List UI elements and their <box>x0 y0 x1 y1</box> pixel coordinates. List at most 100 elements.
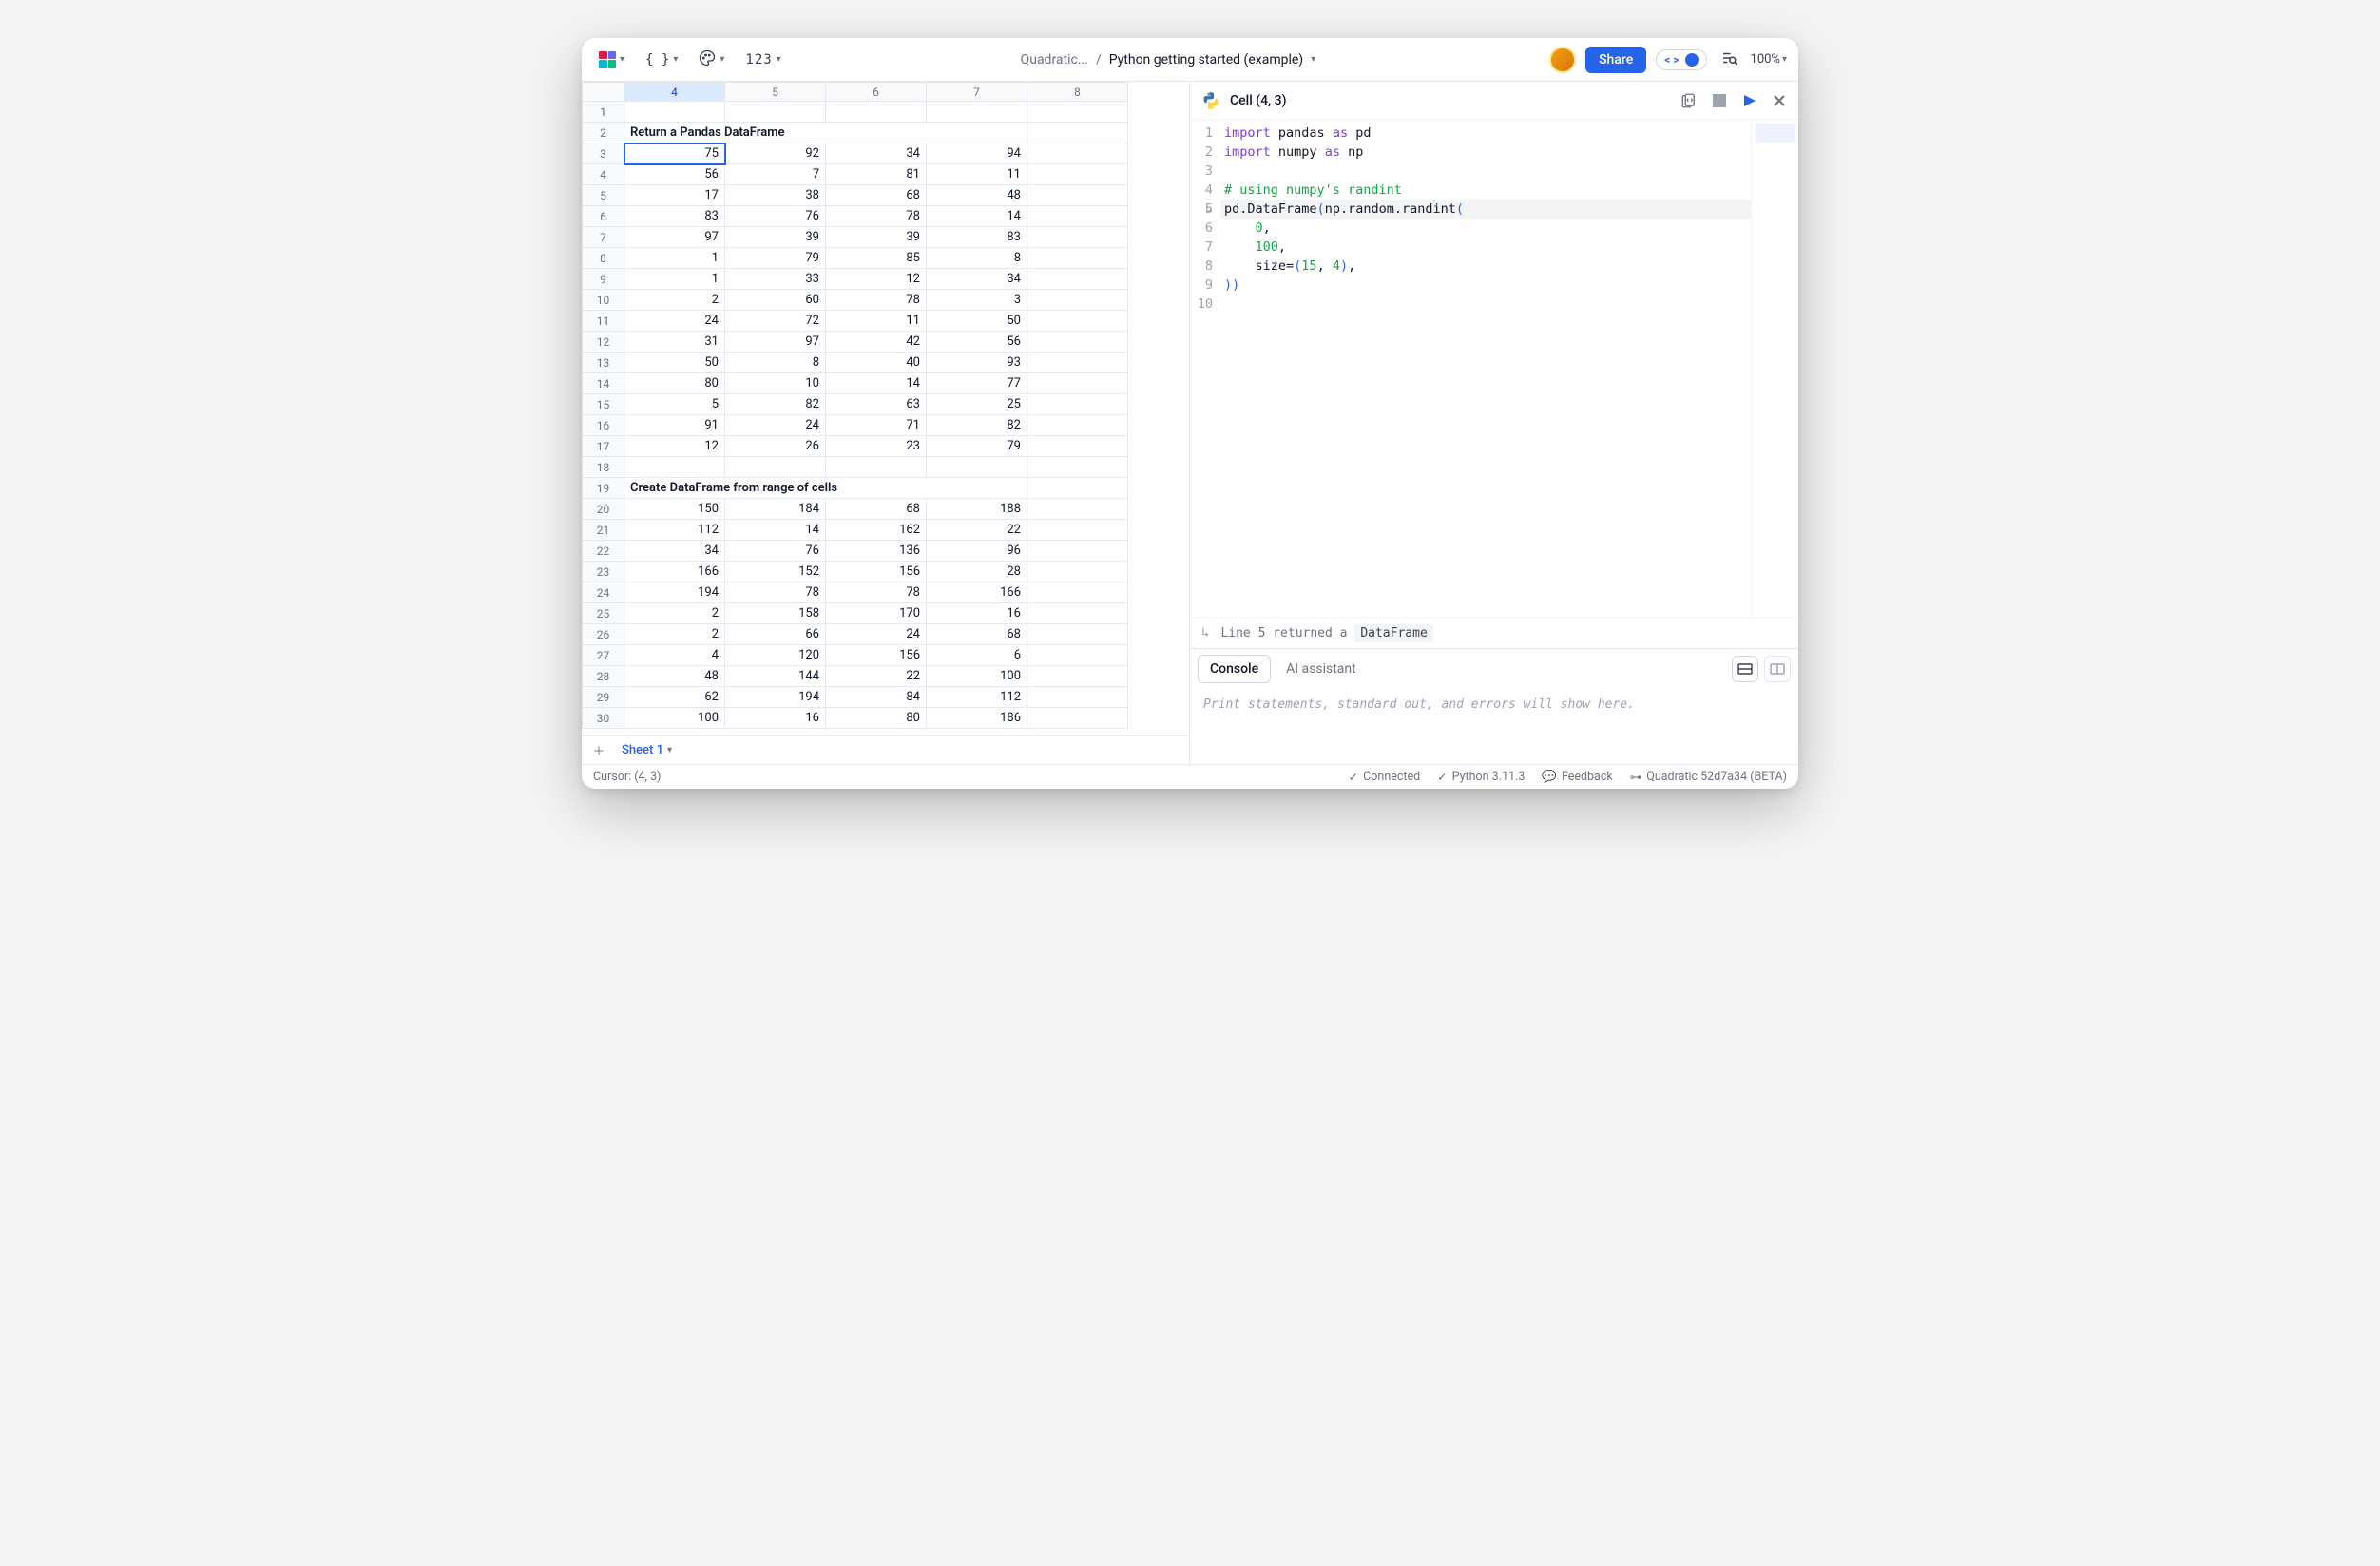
cell[interactable]: 79 <box>725 248 826 269</box>
cell[interactable]: 112 <box>927 687 1027 708</box>
cell[interactable]: 40 <box>826 353 927 373</box>
cell[interactable]: 156 <box>826 645 927 666</box>
row-header[interactable]: 5 <box>583 185 624 206</box>
cell[interactable]: 72 <box>725 311 826 332</box>
cell[interactable] <box>1027 582 1128 603</box>
snippets-button[interactable] <box>1680 92 1698 109</box>
cell[interactable]: 96 <box>927 541 1027 562</box>
row-header[interactable]: 2 <box>583 123 624 143</box>
cell[interactable]: 16 <box>927 603 1027 624</box>
status-feedback[interactable]: 💬Feedback <box>1542 770 1612 784</box>
tab-console[interactable]: Console <box>1198 655 1271 683</box>
cell[interactable]: 186 <box>927 708 1027 729</box>
cell[interactable]: 10 <box>725 373 826 394</box>
row-header[interactable]: 23 <box>583 562 624 582</box>
cell[interactable] <box>1027 687 1128 708</box>
cell[interactable] <box>1027 645 1128 666</box>
zoom-button[interactable]: 100% ▾ <box>1751 52 1787 67</box>
cell[interactable]: 83 <box>624 206 725 227</box>
row-header[interactable]: 11 <box>583 311 624 332</box>
row-header[interactable]: 25 <box>583 603 624 624</box>
cell[interactable]: 34 <box>927 269 1027 290</box>
cell[interactable]: 14 <box>927 206 1027 227</box>
cell[interactable]: 1 <box>624 248 725 269</box>
cell[interactable] <box>1027 562 1128 582</box>
cell[interactable]: 1 <box>624 269 725 290</box>
row-header[interactable]: 16 <box>583 415 624 436</box>
cell[interactable]: 144 <box>725 666 826 687</box>
cell[interactable]: 24 <box>725 415 826 436</box>
cell[interactable]: 162 <box>826 520 927 541</box>
row-header[interactable]: 12 <box>583 332 624 353</box>
cell[interactable] <box>1027 102 1128 123</box>
spreadsheet-grid[interactable]: 4567812Return a Pandas DataFrame37592349… <box>582 82 1189 735</box>
cell[interactable] <box>624 102 725 123</box>
cell[interactable]: 166 <box>624 562 725 582</box>
cell[interactable] <box>826 457 927 478</box>
cell[interactable]: 42 <box>826 332 927 353</box>
cell[interactable]: 166 <box>927 582 1027 603</box>
cell[interactable]: 80 <box>826 708 927 729</box>
cell[interactable]: 91 <box>624 415 725 436</box>
cell[interactable] <box>1027 269 1128 290</box>
cell[interactable]: 60 <box>725 290 826 311</box>
tab-ai-assistant[interactable]: AI assistant <box>1275 656 1368 682</box>
cell[interactable]: 194 <box>624 582 725 603</box>
row-header[interactable]: 26 <box>583 624 624 645</box>
cell[interactable] <box>725 102 826 123</box>
cell[interactable]: 100 <box>927 666 1027 687</box>
column-header[interactable]: 4 <box>624 83 725 102</box>
cell[interactable] <box>927 102 1027 123</box>
cell[interactable] <box>1027 164 1128 185</box>
cell[interactable]: 34 <box>826 143 927 164</box>
cell[interactable]: 184 <box>725 499 826 520</box>
cell[interactable]: 34 <box>624 541 725 562</box>
color-button[interactable]: ▾ <box>693 46 730 74</box>
cell[interactable]: 158 <box>725 603 826 624</box>
cell[interactable]: 156 <box>826 562 927 582</box>
cell[interactable] <box>1027 311 1128 332</box>
column-header[interactable]: 6 <box>826 83 927 102</box>
editor-body[interactable]: import pandas as pdimport numpy as np# u… <box>1220 120 1751 617</box>
cell[interactable]: 78 <box>826 290 927 311</box>
cell[interactable]: 81 <box>826 164 927 185</box>
cell[interactable]: 120 <box>725 645 826 666</box>
cell[interactable] <box>624 457 725 478</box>
cell[interactable] <box>1027 457 1128 478</box>
row-header[interactable]: 4 <box>583 164 624 185</box>
app-menu-button[interactable]: ▾ <box>593 48 630 72</box>
cell[interactable]: 79 <box>927 436 1027 457</box>
cell[interactable] <box>1027 185 1128 206</box>
row-header[interactable]: 1 <box>583 102 624 123</box>
cell[interactable]: 7 <box>725 164 826 185</box>
cell[interactable]: 136 <box>826 541 927 562</box>
breadcrumb-file[interactable]: Python getting started (example) <box>1109 52 1303 67</box>
goto-button[interactable] <box>1717 46 1741 74</box>
row-header[interactable]: 29 <box>583 687 624 708</box>
cell[interactable]: 71 <box>826 415 927 436</box>
cell[interactable]: 31 <box>624 332 725 353</box>
cell[interactable]: 12 <box>624 436 725 457</box>
cell[interactable] <box>1027 624 1128 645</box>
cell[interactable]: 25 <box>927 394 1027 415</box>
cell[interactable]: 97 <box>624 227 725 248</box>
cell[interactable]: 82 <box>725 394 826 415</box>
row-header[interactable]: 6 <box>583 206 624 227</box>
cell[interactable]: 194 <box>725 687 826 708</box>
cell[interactable] <box>1027 415 1128 436</box>
cell[interactable]: 2 <box>624 603 725 624</box>
breadcrumb-parent[interactable]: Quadratic... <box>1021 52 1088 67</box>
cell[interactable] <box>1027 603 1128 624</box>
cell[interactable]: 56 <box>927 332 1027 353</box>
cell[interactable] <box>1027 373 1128 394</box>
cell[interactable]: 80 <box>624 373 725 394</box>
cell[interactable]: 77 <box>927 373 1027 394</box>
share-button[interactable]: Share <box>1585 47 1646 73</box>
cell[interactable]: 75 <box>624 143 725 164</box>
cell[interactable]: 66 <box>725 624 826 645</box>
column-header[interactable]: 5 <box>725 83 826 102</box>
cell[interactable]: 76 <box>725 206 826 227</box>
cell[interactable]: 83 <box>927 227 1027 248</box>
cell[interactable]: 24 <box>624 311 725 332</box>
cell[interactable]: 14 <box>826 373 927 394</box>
